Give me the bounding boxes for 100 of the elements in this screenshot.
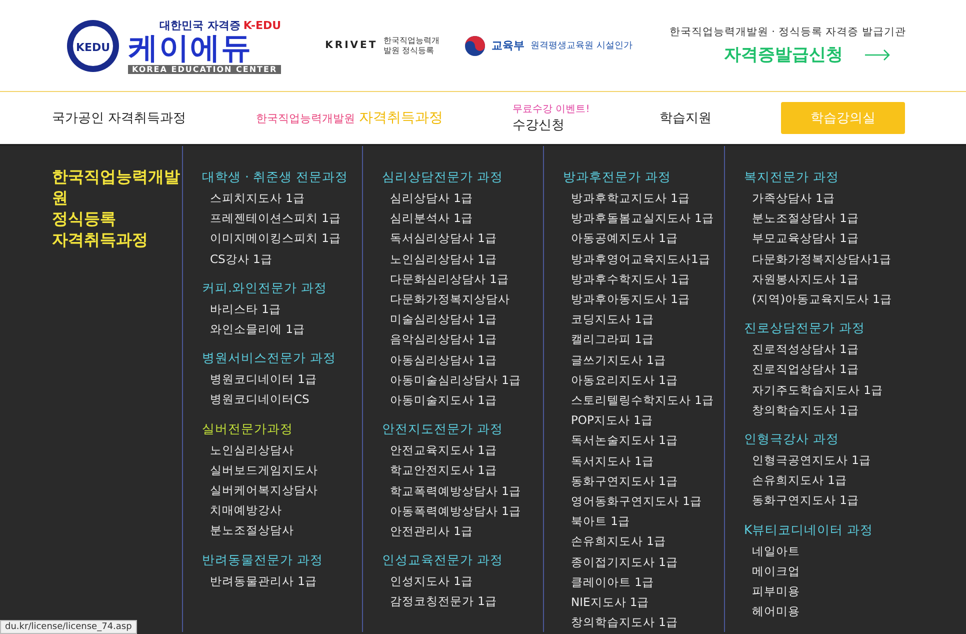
category-heading: 병원서비스전문가 과정: [202, 349, 337, 366]
course-link[interactable]: 다문화심리상담사 1급: [382, 268, 543, 290]
menu-title: 한국직업능력개발원 정식등록 자격취득과정: [52, 166, 180, 250]
course-link[interactable]: 동화구연지도사 1급: [744, 490, 966, 511]
category-heading: K뷰티코디네이터 과정: [744, 520, 874, 538]
course-link[interactable]: 독서지도사 1급: [563, 450, 724, 471]
course-link[interactable]: 노인심리상담사 1급: [382, 248, 543, 269]
course-link[interactable]: 안전관리사 1급: [382, 521, 543, 542]
course-link[interactable]: 음악심리상담사 1급: [382, 329, 543, 350]
partner-caption: 한국직업능력개발원 정식등록: [384, 36, 441, 56]
course-link[interactable]: 아동심리상담사 1급: [382, 350, 543, 370]
course-link[interactable]: 스토리텔링수학지도사 1급: [563, 390, 724, 410]
course-link[interactable]: 이미지메이킹스피치 1급: [202, 228, 362, 249]
course-link[interactable]: 방과후학교지도사 1급: [563, 188, 724, 208]
event-label: 무료수강 이벤트!: [512, 103, 590, 116]
course-link[interactable]: CS강사 1급: [202, 248, 362, 269]
course-link[interactable]: 방과후아동지도사 1급: [563, 289, 724, 310]
course-link[interactable]: NIE지도사 1급: [563, 592, 724, 612]
course-link[interactable]: 손유희지도사 1급: [744, 470, 966, 490]
course-link[interactable]: 아동폭력예방상담사 1급: [382, 500, 543, 522]
course-link[interactable]: 방과후영어교육지도사1급: [563, 248, 724, 269]
category-heading: 진로상담전문가 과정: [744, 319, 866, 336]
course-link[interactable]: 메이크업: [744, 560, 966, 582]
status-url: du.kr/license/license_74.asp: [0, 620, 137, 634]
category-heading: 복지전문가 과정: [744, 168, 840, 185]
nav-link[interactable]: 한국직업능력개발원 자격취득과정: [256, 109, 443, 127]
course-link[interactable]: 독서논술지도사 1급: [563, 430, 724, 451]
course-link[interactable]: 인형극공연지도사 1급: [744, 450, 966, 470]
course-link[interactable]: 자원봉사지도사 1급: [744, 268, 966, 290]
course-link[interactable]: 네일아트: [744, 540, 966, 561]
course-link[interactable]: 심리상담사 1급: [382, 188, 543, 208]
course-link[interactable]: 학교안전지도사 1급: [382, 460, 543, 481]
course-link[interactable]: 분노조절상담사 1급: [744, 208, 966, 228]
course-link[interactable]: 헤어미용: [744, 601, 966, 622]
course-link[interactable]: 안전교육지도사 1급: [382, 440, 543, 460]
course-link[interactable]: 치매예방강사: [202, 500, 362, 520]
course-link[interactable]: 다문화가정복지상담사: [382, 289, 543, 310]
category-heading: 인성교육전문가 과정: [382, 551, 504, 568]
course-link[interactable]: 코딩지도사 1급: [563, 309, 724, 330]
course-link[interactable]: 반려동물관리사 1급: [202, 570, 362, 591]
course-link[interactable]: 방과후수학지도사 1급: [563, 268, 724, 290]
course-link[interactable]: 진로직업상담사 1급: [744, 359, 966, 380]
category-heading: 실버전문가과정: [202, 420, 294, 437]
course-link[interactable]: 학교폭력예방상담사 1급: [382, 480, 543, 501]
issuer-caption: 한국직업능력개발원 · 정식등록 자격증 발급기관: [669, 25, 906, 39]
category-heading: 인형극강사 과정: [744, 430, 840, 448]
course-link[interactable]: 창의학습지도사 1급: [744, 400, 966, 420]
course-link[interactable]: 캘리그라피 1급: [563, 329, 724, 350]
course-link[interactable]: 인성지도사 1급: [382, 571, 543, 592]
course-link[interactable]: 바리스타 1급: [202, 298, 362, 320]
course-link[interactable]: 미술심리상담사 1급: [382, 309, 543, 330]
course-link[interactable]: 아동미술심리상담사 1급: [382, 370, 543, 390]
course-link[interactable]: 영어동화구연지도사 1급: [563, 491, 724, 512]
ministry-name: 교육부: [492, 38, 525, 53]
course-link[interactable]: 아동요리지도사 1급: [563, 370, 724, 390]
category-heading: 반려동물전문가 과정: [202, 550, 324, 568]
category-heading: 대학생 · 취준생 전문과정: [202, 168, 349, 185]
course-link[interactable]: 아동공예지도사 1급: [563, 228, 724, 249]
category-heading: 안전지도전문가 과정: [382, 420, 504, 438]
logo-tagline: 대한민국 자격증 K-EDU: [160, 18, 282, 32]
course-link[interactable]: 종이접기지도사 1급: [563, 552, 724, 572]
course-link[interactable]: 손유희지도사 1급: [563, 531, 724, 552]
logo-name: 케이에듀: [128, 32, 252, 64]
course-link[interactable]: 피부미용: [744, 581, 966, 602]
course-link[interactable]: POP지도사 1급: [563, 410, 724, 430]
course-link[interactable]: 동화구연지도사 1급: [563, 470, 724, 492]
category-heading: 심리상담전문가 과정: [382, 168, 504, 185]
course-link[interactable]: 북아트 1급: [563, 511, 724, 532]
course-link[interactable]: 클레이아트 1급: [563, 572, 724, 592]
nav-link[interactable]: 국가공인 자격취득과정: [52, 109, 186, 127]
course-link[interactable]: 스피치지도사 1급: [202, 188, 362, 208]
course-link[interactable]: 아동미술지도사 1급: [382, 390, 543, 410]
course-link[interactable]: 글쓰기지도사 1급: [563, 350, 724, 370]
course-link[interactable]: 병원코디네이터 1급: [202, 369, 362, 390]
course-link[interactable]: 분노조절상담사: [202, 520, 362, 541]
course-link[interactable]: 심리분석사 1급: [382, 208, 543, 228]
krivet-logo-text: KRIVET: [325, 40, 378, 51]
course-link[interactable]: (지역)아동교육지도사 1급: [744, 289, 966, 310]
course-link[interactable]: 실버보드게임지도사: [202, 460, 362, 480]
nav-link[interactable]: 수강신청: [512, 116, 590, 134]
course-link[interactable]: 병원코디네이터CS: [202, 389, 362, 410]
course-link[interactable]: 와인소믈리에 1급: [202, 319, 362, 340]
course-link[interactable]: 부모교육상담사 1급: [744, 228, 966, 249]
taegeuk-icon: [464, 34, 486, 56]
course-link[interactable]: 독서심리상담사 1급: [382, 228, 543, 249]
course-link[interactable]: 가족상담사 1급: [744, 188, 966, 208]
course-link[interactable]: 노인심리상담사: [202, 440, 362, 460]
course-link[interactable]: 다문화가정복지상담사1급: [744, 248, 966, 269]
course-link[interactable]: 방과후돌봄교실지도사 1급: [563, 208, 724, 228]
category-heading: 방과후전문가 과정: [563, 168, 672, 185]
nav-link[interactable]: 학습지원: [659, 109, 712, 127]
course-link[interactable]: 창의학습지도사 1급: [563, 612, 724, 632]
emblem-icon: KEDU: [66, 18, 120, 72]
course-link[interactable]: 자기주도학습지도사 1급: [744, 380, 966, 400]
category-heading: 커피.와인전문가 과정: [202, 278, 328, 296]
course-link[interactable]: 프레젠테이션스피치 1급: [202, 208, 362, 228]
arrow-icon: [865, 48, 892, 60]
course-link[interactable]: 감정코칭전문가 1급: [382, 591, 543, 612]
course-link[interactable]: 진로적성상담사 1급: [744, 339, 966, 360]
course-link[interactable]: 실버케어복지상담사: [202, 480, 362, 500]
